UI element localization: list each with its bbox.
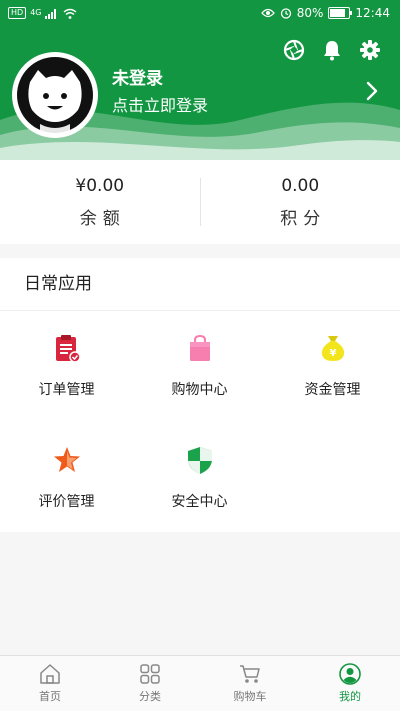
app-fund-management[interactable]: ¥ 资金管理 bbox=[266, 311, 399, 421]
gear-icon[interactable] bbox=[358, 38, 382, 62]
app-label: 购物中心 bbox=[172, 379, 228, 399]
points-amount[interactable]: 0.00 积分 bbox=[201, 160, 400, 244]
section-title: 日常应用 bbox=[0, 258, 400, 311]
app-label: 安全中心 bbox=[172, 491, 228, 511]
app-shopping-center[interactable]: 购物中心 bbox=[133, 311, 266, 421]
balance-amount[interactable]: ¥0.00 余额 bbox=[0, 160, 200, 244]
nav-cart[interactable]: 购物车 bbox=[200, 656, 300, 711]
bottom-nav: 首页 分类 购物车 我的 bbox=[0, 655, 400, 711]
user-name: 未登录 bbox=[112, 64, 163, 89]
star-icon bbox=[52, 445, 82, 475]
camera-shutter-icon[interactable] bbox=[282, 38, 306, 62]
wifi-icon bbox=[63, 8, 77, 19]
network-type: 4G bbox=[30, 9, 41, 17]
home-icon bbox=[39, 663, 61, 685]
nav-label: 购物车 bbox=[234, 688, 267, 704]
daily-apps-section: 日常应用 订单管理 购物中心 bbox=[0, 258, 400, 532]
login-prompt[interactable]: 点击立即登录 bbox=[112, 92, 208, 116]
clock: 12:44 bbox=[355, 6, 390, 20]
app-label: 评价管理 bbox=[39, 491, 95, 511]
nav-mine[interactable]: 我的 bbox=[300, 656, 400, 711]
signal-icon bbox=[45, 8, 59, 19]
cart-icon bbox=[239, 663, 261, 685]
avatar[interactable] bbox=[12, 52, 98, 138]
default-avatar-face-icon bbox=[16, 56, 94, 134]
app-review-management[interactable]: 评价管理 bbox=[0, 423, 133, 533]
shield-icon bbox=[185, 445, 215, 475]
grid-icon bbox=[139, 663, 161, 685]
money-bag-icon: ¥ bbox=[318, 333, 348, 363]
nav-label: 分类 bbox=[139, 688, 161, 704]
alarm-icon bbox=[280, 7, 292, 19]
profile-header: HD 4G 80% bbox=[0, 0, 400, 160]
shopping-bag-icon bbox=[185, 333, 215, 363]
app-security-center[interactable]: 安全中心 bbox=[133, 423, 266, 533]
battery-percent: 80% bbox=[297, 6, 324, 20]
balance-value: ¥0.00 bbox=[75, 176, 124, 196]
app-label: 资金管理 bbox=[305, 379, 361, 399]
nav-home[interactable]: 首页 bbox=[0, 656, 100, 711]
balance-panel: ¥0.00 余额 0.00 积分 bbox=[0, 160, 400, 244]
nav-label: 首页 bbox=[39, 688, 61, 704]
points-label: 积分 bbox=[274, 204, 326, 229]
chevron-right-icon[interactable] bbox=[364, 80, 380, 102]
user-icon bbox=[339, 663, 361, 685]
eye-icon bbox=[261, 8, 275, 18]
clipboard-icon bbox=[52, 333, 82, 363]
status-bar: HD 4G 80% bbox=[0, 0, 400, 28]
app-order-management[interactable]: 订单管理 bbox=[0, 311, 133, 421]
battery-icon bbox=[328, 7, 350, 19]
bell-icon[interactable] bbox=[320, 38, 344, 62]
nav-category[interactable]: 分类 bbox=[100, 656, 200, 711]
svg-text:¥: ¥ bbox=[329, 348, 336, 359]
balance-label: 余额 bbox=[74, 204, 126, 229]
app-label: 订单管理 bbox=[39, 379, 95, 399]
hd-indicator: HD bbox=[8, 7, 26, 19]
nav-label: 我的 bbox=[339, 688, 361, 704]
points-value: 0.00 bbox=[281, 176, 319, 196]
